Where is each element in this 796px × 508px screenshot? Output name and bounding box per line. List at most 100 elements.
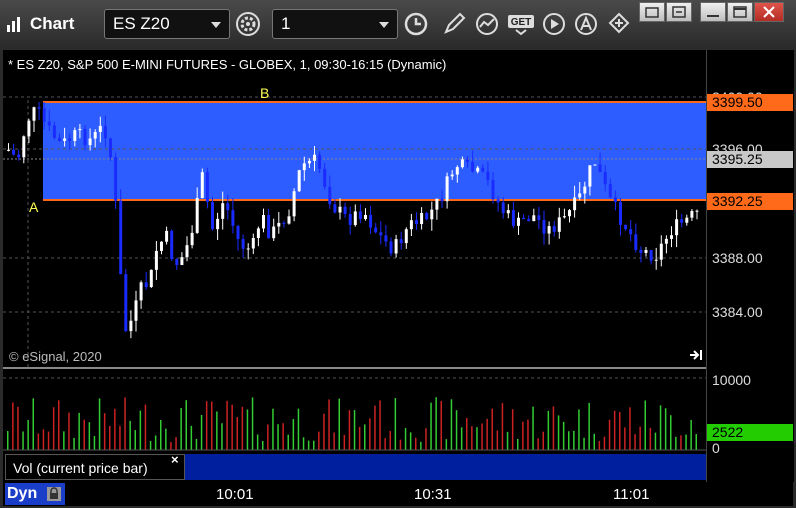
volume-bar [364,424,366,450]
candle-body [78,128,82,131]
candle-body [185,245,189,258]
minimize-button[interactable] [639,2,665,22]
marker-b: B [260,85,270,101]
volume-bar [32,398,34,450]
maximize-button[interactable] [700,2,726,22]
candle-body [328,186,332,205]
candle-body [542,220,546,234]
candle-body [17,154,21,158]
candle-body [338,206,342,213]
candle-body [552,226,556,232]
play-button[interactable] [540,10,568,38]
volume-bar [42,429,45,450]
candle-body [415,220,418,225]
volume-bar [37,433,40,450]
candle-body [277,222,281,227]
close-study-icon[interactable]: × [171,452,179,467]
candle-body [593,164,597,166]
candle-body [486,171,490,181]
draw-tool-button[interactable] [440,10,468,38]
candle-body [481,167,485,172]
volume-bar [455,410,458,450]
panel-divider[interactable] [3,367,793,369]
volume-bar [52,407,55,450]
volume-bar [200,414,203,450]
time-template-button[interactable] [402,10,430,38]
volume-bar [404,428,407,450]
candle-body [358,211,362,220]
volume-bar [221,423,223,450]
upper-level-label: 3399.50 [707,94,793,111]
time-axis[interactable] [3,482,706,506]
candle-body [583,186,587,194]
volume-study-label[interactable]: Vol (current price bar) [5,454,185,480]
candle-body [343,206,347,214]
study-icon [476,13,498,35]
volume-bar [343,434,346,450]
volume-bar [379,400,381,450]
volume-bar [292,419,295,450]
candle-body [318,154,322,169]
volume-panel[interactable] [3,370,706,452]
volume-bar [165,428,167,450]
candle-body [659,243,663,260]
volume-bar [573,430,575,450]
candle-body [506,210,510,214]
link-button[interactable] [605,10,633,38]
candle-body [476,167,480,172]
get-data-button[interactable]: GET [507,10,537,38]
candle-body [42,108,46,122]
candle-body [460,159,464,168]
dynamic-mode-button[interactable]: Dyn [5,483,65,505]
candle-body [496,199,500,203]
price-panel[interactable] [3,50,706,367]
interval-select[interactable]: 1 [272,9,398,39]
restore-button[interactable] [666,2,692,22]
alert-button[interactable] [572,10,600,38]
candle-body [613,197,617,202]
volume-bar [522,421,524,450]
volume-bar [83,419,85,450]
volume-bar [27,420,29,450]
volume-bar [211,401,213,450]
candle-body [649,250,653,261]
volume-bar [277,424,279,450]
candle-body [557,217,561,232]
candle-body [267,215,271,239]
candle-body [619,201,622,225]
symbol-select[interactable]: ES Z20 [104,9,230,39]
volume-bar [644,400,646,450]
chart-title: * ES Z20, S&P 500 E-MINI FUTURES - GLOBE… [8,57,447,72]
interval-value: 1 [281,14,291,33]
volume-bar [302,437,305,450]
candle-body [58,137,61,141]
play-icon [543,13,565,35]
scroll-to-end-icon[interactable] [688,348,704,362]
window-icon [733,6,747,18]
study-button[interactable] [473,10,501,38]
volume-bar [394,398,397,450]
volume-bar [236,417,238,450]
volume-bar [58,400,60,450]
candle-body [175,259,179,265]
window-box-button[interactable] [727,2,753,22]
candle-body [425,212,429,220]
price-axis[interactable] [706,50,794,482]
volume-bar [129,420,131,450]
settings-button[interactable] [234,10,262,38]
volume-bar [578,409,580,450]
candle-body [568,210,571,217]
lock-icon [47,487,61,501]
candle-body [103,125,107,139]
candle-body [134,300,138,321]
volume-bar [389,431,391,450]
volume-bar [588,402,590,450]
volume-bar [664,408,667,450]
candle-body [501,202,505,214]
close-button[interactable] [754,2,784,22]
candle-body [114,157,118,201]
gear-icon [236,12,260,36]
candle-body [144,282,148,288]
candle-body [644,250,648,253]
symbol-value: ES Z20 [113,14,170,33]
